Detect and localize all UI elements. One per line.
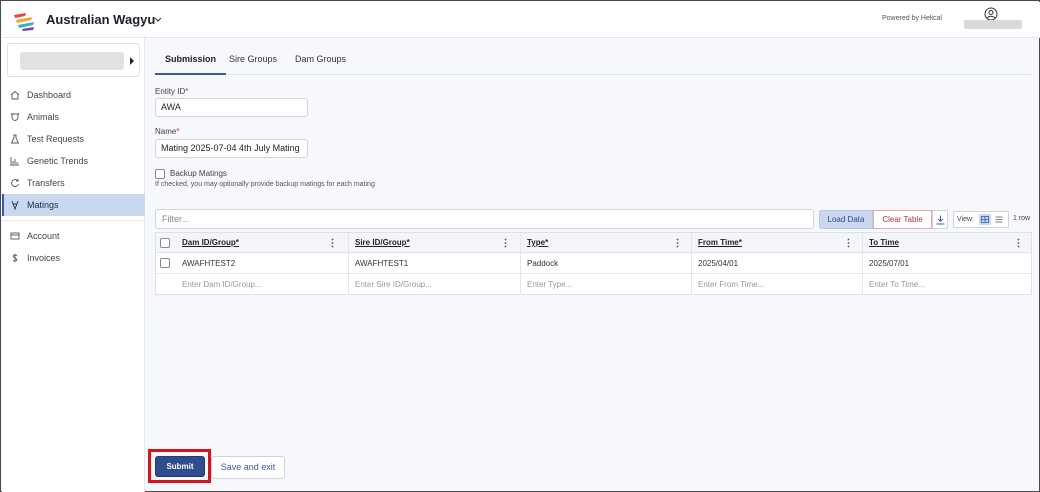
tab-bar: Submission Sire Groups Dam Groups [155, 45, 1032, 75]
column-header-from-time[interactable]: From Time* [691, 233, 862, 252]
table-cell-to-time[interactable]: 2025/07/01 [862, 253, 1031, 273]
transfer-icon [11, 179, 19, 187]
cow-icon [10, 113, 20, 121]
dollar-icon [12, 253, 18, 263]
name-label: Name* [155, 127, 180, 136]
sidebar-item-invoices[interactable]: Invoices [2, 247, 145, 269]
save-and-exit-button[interactable]: Save and exit [211, 456, 285, 479]
filter-input[interactable]: Filter... [155, 209, 814, 229]
row-select-cell [156, 253, 176, 273]
sidebar-nav: Dashboard Animals Test Requests Genetic … [2, 84, 145, 269]
sire-placeholder-cell[interactable]: Enter Sire ID/Group... [348, 274, 520, 295]
user-name-redacted[interactable] [964, 20, 1022, 29]
to-time-placeholder-cell[interactable]: Enter To Time... [862, 274, 1031, 295]
table-cell-type[interactable]: Paddock [520, 253, 691, 273]
matings-table: Dam ID/Group* Sire ID/Group* Type* From … [155, 232, 1032, 295]
organization-name-redacted [20, 52, 124, 70]
sidebar-item-animals[interactable]: Animals [2, 106, 145, 128]
sidebar-item-label: Animals [27, 112, 60, 122]
column-header-sire[interactable]: Sire ID/Group* [348, 233, 520, 252]
tab-dam-groups[interactable]: Dam Groups [295, 54, 346, 73]
entity-id-label: Entity ID* [155, 87, 189, 96]
table-cell-sire[interactable]: AWAFHTEST1 [348, 253, 520, 273]
home-icon [10, 90, 20, 100]
sidebar-item-label: Test Requests [27, 134, 85, 144]
sidebar-item-test-requests[interactable]: Test Requests [2, 128, 145, 150]
name-input[interactable]: Mating 2025-07-04 4th July Mating [155, 139, 308, 158]
sidebar-item-label: Matings [27, 200, 59, 210]
column-menu-icon[interactable] [676, 238, 679, 248]
organization-selector[interactable] [7, 43, 140, 77]
sidebar-item-label: Invoices [27, 253, 61, 263]
select-all-checkbox[interactable] [160, 237, 170, 248]
sidebar-item-matings[interactable]: Matings [2, 194, 145, 216]
sidebar-divider [2, 220, 145, 221]
tab-submission[interactable]: Submission [155, 54, 227, 75]
clear-table-button[interactable]: Clear Table [873, 210, 932, 229]
table-cell-dam[interactable]: AWAFHTEST2 [176, 253, 348, 273]
app-title[interactable]: Australian Wagyu [46, 12, 155, 27]
view-toggle: View: [953, 211, 1009, 228]
sidebar-item-label: Genetic Trends [27, 156, 89, 166]
user-avatar-icon[interactable] [984, 7, 998, 21]
bar-chart-icon [10, 157, 19, 166]
download-icon [936, 215, 945, 225]
column-menu-icon[interactable] [331, 238, 334, 248]
sidebar-item-dashboard[interactable]: Dashboard [2, 84, 145, 106]
table-row[interactable]: AWAFHTEST2 AWAFHTEST1 Paddock 2025/04/01… [156, 253, 1031, 274]
caret-right-icon [130, 57, 134, 65]
column-menu-icon[interactable] [1017, 238, 1020, 248]
view-label: View: [957, 216, 974, 223]
column-menu-icon[interactable] [504, 238, 507, 248]
sidebar-item-account[interactable]: Account [2, 225, 145, 247]
top-header: Australian Wagyu Powered by Helical [2, 2, 1040, 38]
column-menu-icon[interactable] [847, 238, 850, 248]
backup-matings-hint: If checked, you may optionally provide b… [155, 181, 375, 188]
grid-view-button[interactable] [979, 214, 991, 225]
account-card-icon [10, 232, 20, 240]
submit-highlight-box [148, 449, 211, 483]
sidebar-item-label: Transfers [27, 178, 65, 188]
tab-sire-groups[interactable]: Sire Groups [229, 54, 277, 73]
sidebar-item-label: Account [27, 231, 60, 241]
from-time-placeholder-cell[interactable]: Enter From Time... [691, 274, 862, 295]
app-window: Australian Wagyu Powered by Helical Dash… [0, 0, 1040, 492]
entity-id-input[interactable]: AWA [155, 98, 308, 117]
mating-icon [11, 200, 19, 210]
table-cell-from-time[interactable]: 2025/04/01 [691, 253, 862, 273]
type-placeholder-cell[interactable]: Enter Type... [520, 274, 691, 295]
table-header: Dam ID/Group* Sire ID/Group* Type* From … [156, 233, 1031, 253]
table-row-new-entry[interactable]: Enter Dam ID/Group... Enter Sire ID/Grou… [156, 274, 1031, 295]
backup-matings-label: Backup Matings [170, 169, 227, 178]
row-checkbox[interactable] [160, 258, 170, 268]
load-data-button[interactable]: Load Data [819, 210, 873, 229]
row-count: 1 row [1013, 215, 1031, 222]
sidebar-item-genetic-trends[interactable]: Genetic Trends [2, 150, 145, 172]
list-icon [995, 216, 1003, 223]
sidebar-item-transfers[interactable]: Transfers [2, 172, 145, 194]
sidebar: Dashboard Animals Test Requests Genetic … [2, 38, 145, 492]
chevron-down-icon[interactable] [154, 17, 162, 23]
helical-logo-icon [14, 13, 34, 31]
column-header-type[interactable]: Type* [520, 233, 691, 252]
grid-icon [981, 216, 989, 223]
column-header-dam[interactable]: Dam ID/Group* [176, 233, 348, 252]
header-select-cell [156, 233, 176, 252]
download-button[interactable] [932, 210, 948, 229]
powered-by-text: Powered by Helical [882, 15, 942, 22]
column-header-to-time[interactable]: To Time [862, 233, 1031, 252]
list-view-button[interactable] [993, 214, 1005, 225]
backup-matings-checkbox[interactable] [155, 169, 165, 179]
flask-icon [10, 134, 20, 144]
dam-placeholder-cell[interactable]: Enter Dam ID/Group... [176, 274, 348, 295]
sidebar-item-label: Dashboard [27, 90, 72, 100]
